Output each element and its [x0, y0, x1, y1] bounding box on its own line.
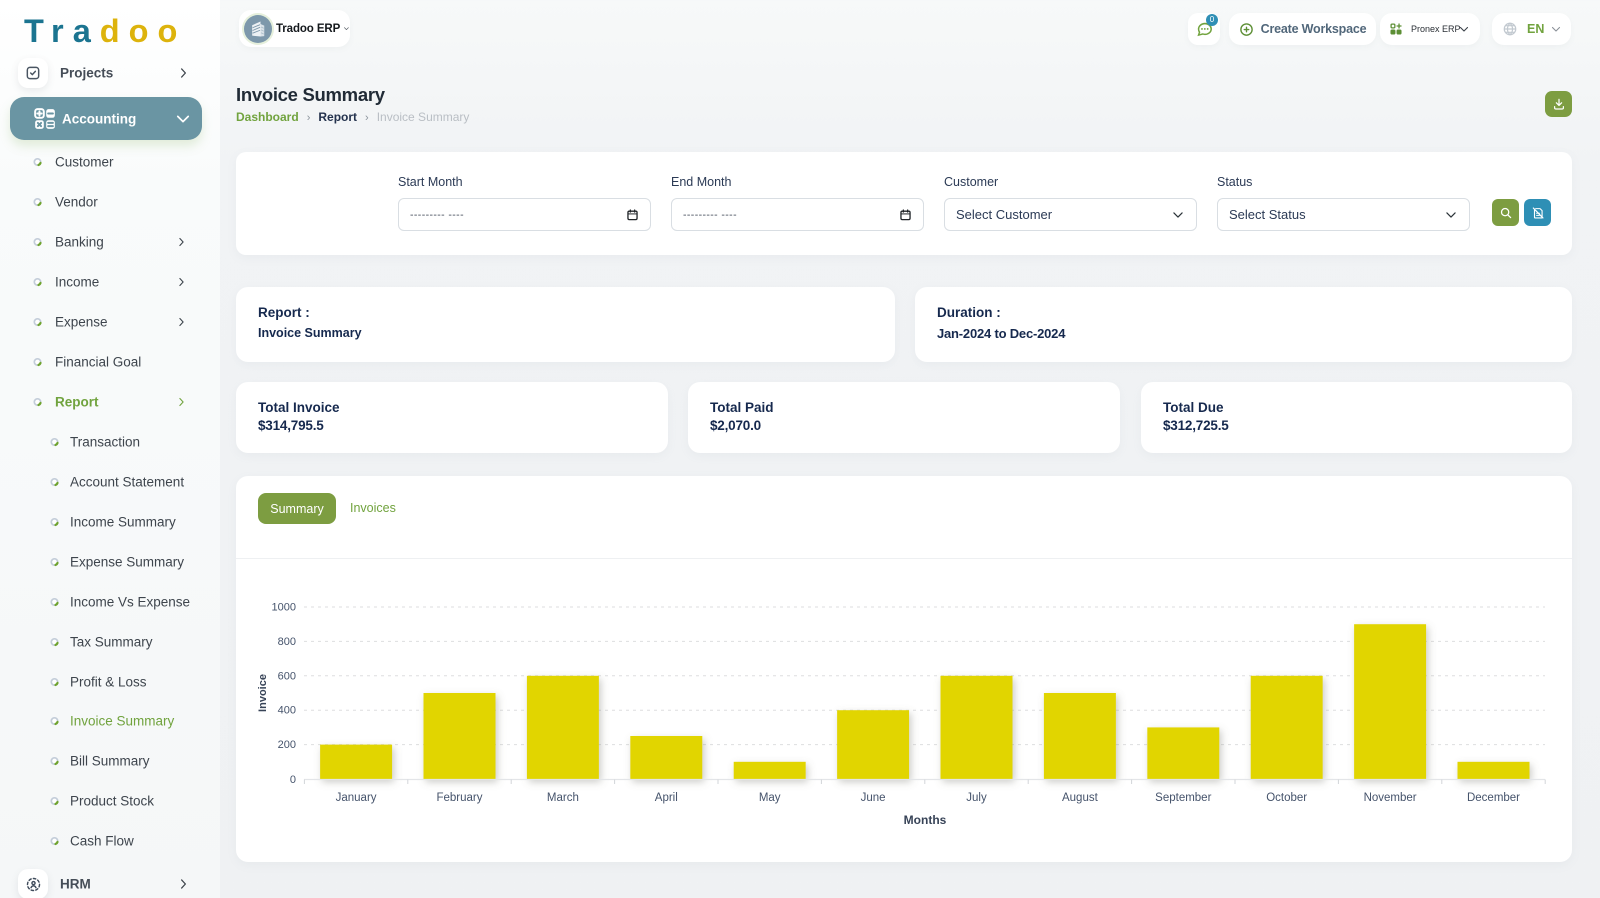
svg-text:August: August	[1062, 792, 1099, 804]
svg-text:May: May	[759, 792, 781, 804]
svg-text:1000: 1000	[272, 602, 296, 614]
svg-text:September: September	[1155, 792, 1211, 804]
svg-text:November: November	[1364, 792, 1417, 804]
svg-text:June: June	[861, 792, 886, 804]
svg-text:Months: Months	[904, 813, 947, 827]
svg-text:October: October	[1266, 792, 1307, 804]
svg-text:February: February	[436, 792, 482, 804]
svg-text:0: 0	[290, 774, 296, 786]
svg-text:December: December	[1467, 792, 1520, 804]
svg-text:400: 400	[278, 705, 296, 717]
svg-text:800: 800	[278, 636, 296, 648]
svg-text:600: 600	[278, 670, 296, 682]
svg-text:March: March	[547, 792, 579, 804]
svg-text:July: July	[966, 792, 987, 804]
svg-text:Invoice: Invoice	[257, 674, 269, 712]
svg-text:April: April	[655, 792, 678, 804]
svg-text:January: January	[336, 792, 377, 804]
svg-text:200: 200	[278, 739, 296, 751]
